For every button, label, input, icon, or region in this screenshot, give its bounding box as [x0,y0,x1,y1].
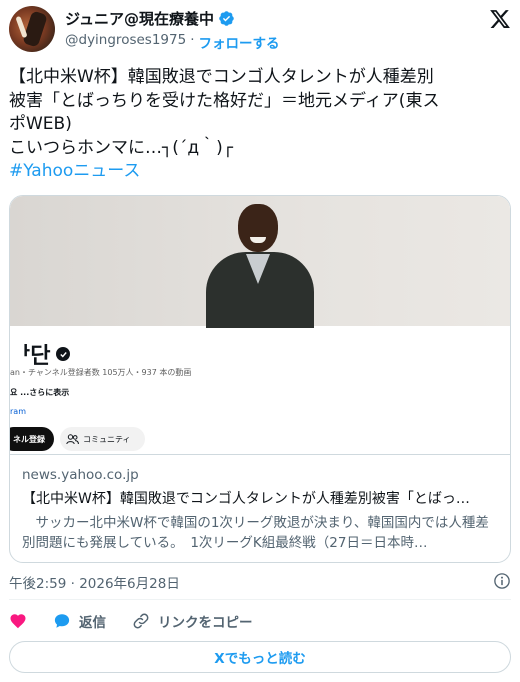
channel-name: ᅡ단 [10,338,71,370]
tweet-timestamp[interactable]: 午後2:59 · 2026年6月28日 [9,572,180,592]
channel-verified-icon [56,347,71,361]
link-card[interactable]: ᅡ단 an・チャンネル登録者数 105万人・937 本の動画 요 ...さらに表… [9,195,511,563]
tweet-line: こいつらホンマに…┐(´д｀)┌ [9,137,233,158]
x-logo-icon[interactable] [489,8,511,30]
heart-icon [10,614,26,629]
link-icon [133,613,149,629]
reply-label: 返信 [79,615,106,631]
action-bar: 返信 リンクをコピー [9,611,279,631]
card-description: サッカー北中米W杯で韓国の1次リーグ敗退が決まり、韓国国内では人種差別問題にも発… [22,515,489,551]
card-footer[interactable]: news.yahoo.co.jp 【北中米W杯】韓国敗退でコンゴ人タレントが人種… [10,454,510,562]
author-display-name[interactable]: ジュニア@現在療養中 [65,8,214,29]
card-image[interactable]: ᅡ단 an・チャンネル登録者数 105万人・937 本の動画 요 ...さらに表… [10,196,510,454]
like-button[interactable] [9,612,27,630]
channel-description: 요 ...さらに表示 [10,388,70,397]
follow-button[interactable]: フォローする [198,32,279,52]
reply-button[interactable]: 返信 [53,611,106,631]
card-title: 【北中米W杯】韓国敗退でコンゴ人タレントが人種差別被害「とばっ… [22,491,470,507]
tweet-line: ポWEB) [9,114,72,134]
community-label: コミュニティ [83,434,131,444]
subscribe-button: ネル登録 [10,427,54,451]
channel-name-text: ᅡ단 [10,344,51,369]
read-more-button[interactable]: Xでもっと読む [9,641,511,673]
card-domain: news.yahoo.co.jp [22,467,139,483]
channel-meta: an・チャンネル登録者数 105万人・937 本の動画 [10,368,192,377]
community-button: コミュニティ [60,427,145,451]
divider [9,599,511,600]
hashtag-link[interactable]: #Yahooニュース [9,160,509,184]
info-icon[interactable] [493,572,511,590]
copy-link-button[interactable]: リンクをコピー [132,611,253,631]
tweet-line: 被害「とばっちりを受けた格好だ」＝地元メディア(東ス [9,90,440,111]
reply-bubble-icon [54,614,70,628]
author-avatar[interactable] [9,6,55,52]
community-icon [66,433,79,444]
author-handle[interactable]: @dyingroses1975 [65,32,186,52]
tweet-header: ジュニア@現在療養中 @dyingroses1975 · フォローする [9,6,511,54]
tweet-text: 【北中米W杯】韓国敗退でコンゴ人タレントが人種差別 被害「とばっちりを受けた格好… [9,66,509,184]
channel-link: ram [10,407,26,416]
author-name-row: ジュニア@現在療養中 [65,8,235,29]
person-photo [200,204,320,328]
copy-link-label: リンクをコピー [158,615,253,631]
verified-badge-icon [219,11,234,26]
handle-separator: · [190,32,195,48]
author-handle-row: @dyingroses1975 · フォローする [65,32,279,52]
tweet-line: 【北中米W杯】韓国敗退でコンゴ人タレントが人種差別 [9,67,434,87]
